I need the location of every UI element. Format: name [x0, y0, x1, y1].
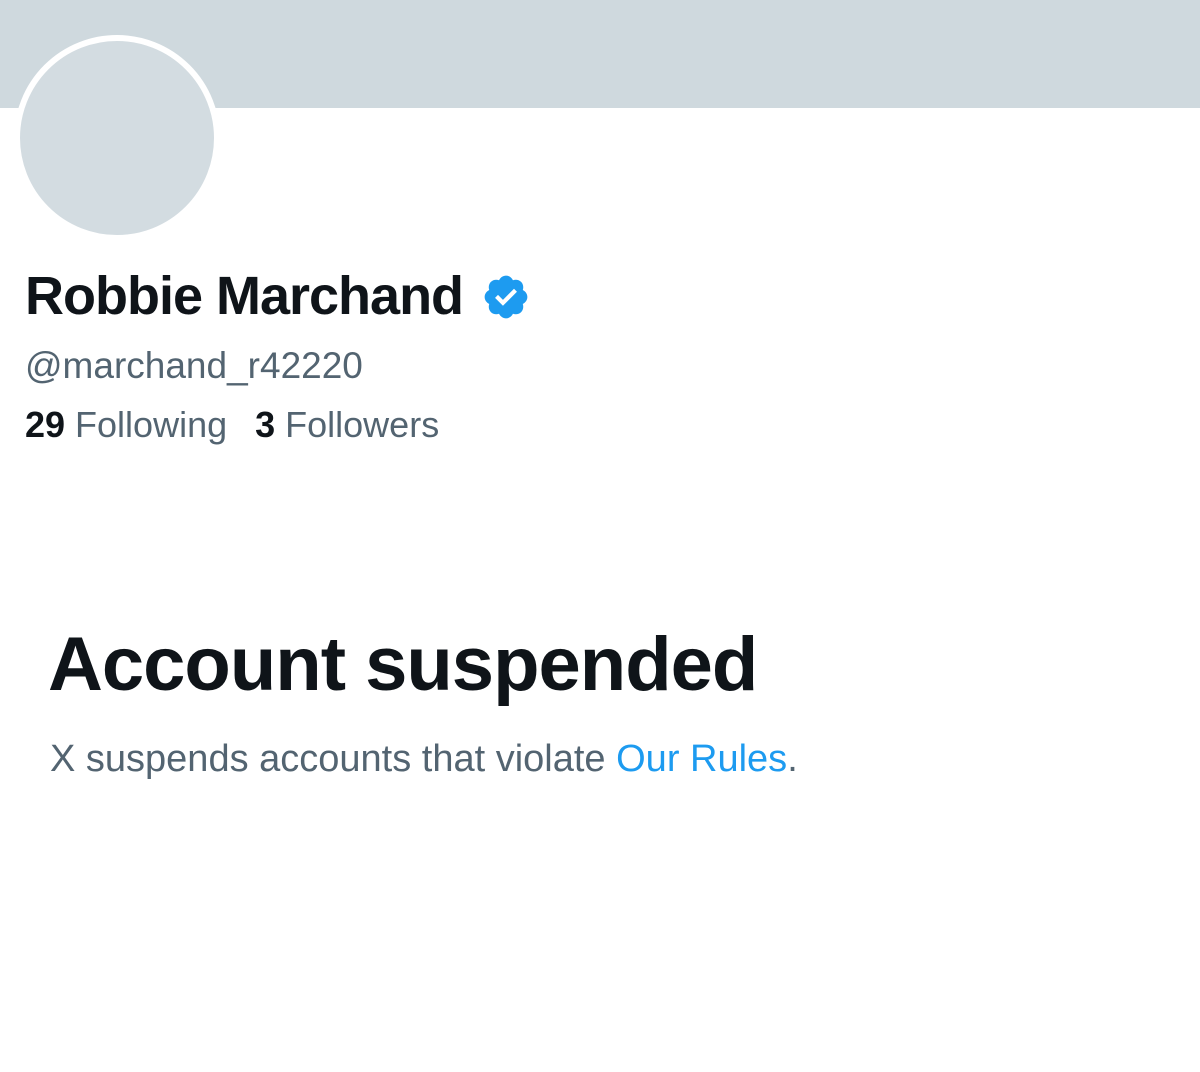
profile-name-row: Robbie Marchand	[25, 262, 531, 330]
followers-label: Followers	[285, 404, 440, 445]
display-name: Robbie Marchand	[25, 266, 464, 326]
suspension-description-period: .	[787, 738, 798, 780]
profile-handle: @marchand_r42220	[25, 345, 363, 386]
following-stat[interactable]: 29 Following	[25, 402, 227, 448]
profile-stats: 29 Following 3 Followers	[25, 402, 467, 448]
followers-stat[interactable]: 3 Followers	[255, 402, 439, 448]
our-rules-link[interactable]: Our Rules	[616, 738, 787, 780]
suspension-description-text: X suspends accounts that violate	[50, 738, 617, 780]
suspension-description: X suspends accounts that violate Our Rul…	[50, 734, 798, 784]
avatar	[14, 35, 220, 241]
following-count: 29	[25, 404, 66, 445]
followers-count: 3	[255, 404, 276, 445]
verified-badge-icon	[481, 272, 531, 322]
following-label: Following	[75, 404, 228, 445]
suspension-title: Account suspended	[48, 622, 758, 707]
